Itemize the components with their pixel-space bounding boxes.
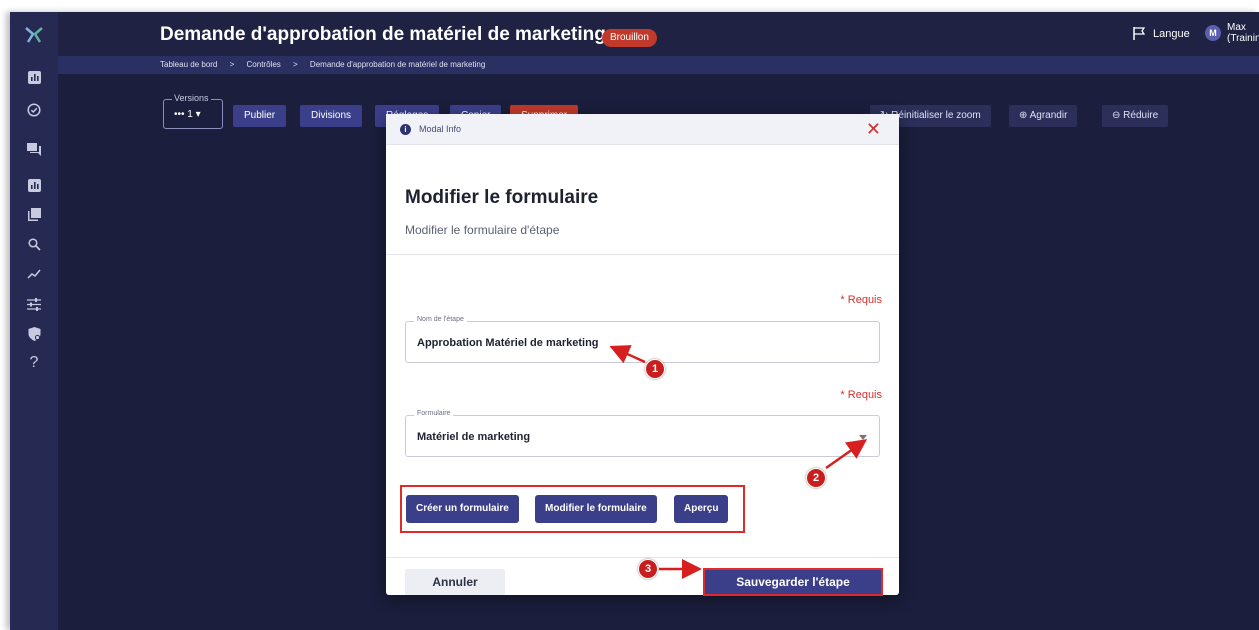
- app-logo-icon: [25, 27, 43, 43]
- annotation-marker-2: 2: [806, 468, 826, 488]
- versions-label: Versions: [172, 93, 211, 103]
- language-selector[interactable]: Langue: [1133, 27, 1190, 40]
- versions-select[interactable]: Versions ••• 1 ▾: [163, 93, 223, 129]
- save-step-button[interactable]: Sauvegarder l'étape: [703, 568, 883, 596]
- annotation-marker-3: 3: [638, 559, 658, 579]
- info-icon: i: [400, 124, 411, 135]
- modal-subtitle: Modifier le formulaire d'étape: [405, 223, 560, 237]
- page-title: Demande d'approbation de matériel de mar…: [160, 24, 606, 45]
- zoom-out-button[interactable]: ⊖ Réduire: [1102, 105, 1169, 127]
- edit-form-modal: i Modal Info ✕ Modifier le formulaire Mo…: [386, 114, 899, 596]
- trend-icon[interactable]: [24, 264, 44, 284]
- breadcrumb-item-dashboard[interactable]: Tableau de bord: [160, 60, 217, 69]
- check-circle-icon[interactable]: [24, 100, 44, 120]
- zoom-out-label: Réduire: [1123, 110, 1159, 121]
- breadcrumb-item-controls[interactable]: Contrôles: [247, 60, 281, 69]
- flag-icon: [1133, 27, 1145, 40]
- edit-form-button[interactable]: Modifier le formulaire: [535, 495, 657, 523]
- modal-header: i Modal Info ✕: [386, 114, 899, 145]
- breadcrumb: Tableau de bord > Contrôles > Demande d'…: [58, 56, 1259, 74]
- required-indicator: * Requis: [840, 294, 882, 306]
- cancel-button[interactable]: Annuler: [405, 569, 505, 595]
- language-label: Langue: [1153, 27, 1190, 40]
- app-window: ? Demande d'approbation de matériel de m…: [10, 12, 1259, 630]
- publish-button[interactable]: Publier: [233, 105, 287, 127]
- dashboard-icon[interactable]: [24, 67, 44, 87]
- user-detail: (TrainingFrench): [1227, 33, 1259, 44]
- breadcrumb-separator: >: [229, 60, 235, 69]
- sidebar: ?: [10, 12, 58, 630]
- divisions-button[interactable]: Divisions: [300, 105, 363, 127]
- avatar: M: [1205, 25, 1221, 41]
- shield-icon[interactable]: [24, 324, 44, 344]
- versions-value: ••• 1 ▾: [174, 109, 201, 120]
- modal-title: Modifier le formulaire: [405, 187, 599, 208]
- form-label: Formulaire: [414, 410, 454, 417]
- library-icon[interactable]: [24, 204, 44, 224]
- search-icon[interactable]: [24, 234, 44, 254]
- close-icon[interactable]: ✕: [866, 119, 881, 139]
- report-icon[interactable]: [24, 175, 44, 195]
- user-name: Max: [1227, 22, 1246, 33]
- user-menu[interactable]: M Max (TrainingFrench): [1205, 22, 1259, 44]
- step-name-field[interactable]: Nom de l'étape Approbation Matériel de m…: [405, 316, 880, 363]
- divider: [386, 254, 899, 255]
- zoom-in-label: Agrandir: [1029, 110, 1068, 121]
- annotation-marker-1: 1: [645, 359, 665, 379]
- required-indicator: * Requis: [840, 389, 882, 401]
- zoom-in-button[interactable]: ⊕ Agrandir: [1009, 105, 1078, 127]
- breadcrumb-item-current: Demande d'approbation de matériel de mar…: [309, 60, 486, 69]
- preview-button[interactable]: Aperçu: [674, 495, 729, 523]
- chat-icon[interactable]: [24, 139, 44, 159]
- divider: [386, 557, 899, 558]
- zoom-out-icon: ⊖: [1112, 110, 1124, 121]
- status-badge: Brouillon: [602, 29, 657, 47]
- chevron-down-icon[interactable]: [859, 435, 867, 440]
- breadcrumb-separator: >: [293, 60, 298, 69]
- top-header: Demande d'approbation de matériel de mar…: [58, 12, 1259, 56]
- step-name-value: Approbation Matériel de marketing: [417, 337, 599, 349]
- help-icon[interactable]: ?: [24, 353, 44, 373]
- modal-header-label: Modal Info: [419, 124, 462, 134]
- sliders-icon[interactable]: [24, 294, 44, 314]
- form-select[interactable]: Formulaire Matériel de marketing: [405, 410, 880, 457]
- form-value: Matériel de marketing: [417, 431, 531, 443]
- zoom-in-icon: ⊕: [1019, 110, 1030, 121]
- reset-zoom-label: Réinitialiser le zoom: [891, 110, 981, 121]
- create-form-button[interactable]: Créer un formulaire: [406, 495, 519, 523]
- step-name-label: Nom de l'étape: [414, 316, 467, 323]
